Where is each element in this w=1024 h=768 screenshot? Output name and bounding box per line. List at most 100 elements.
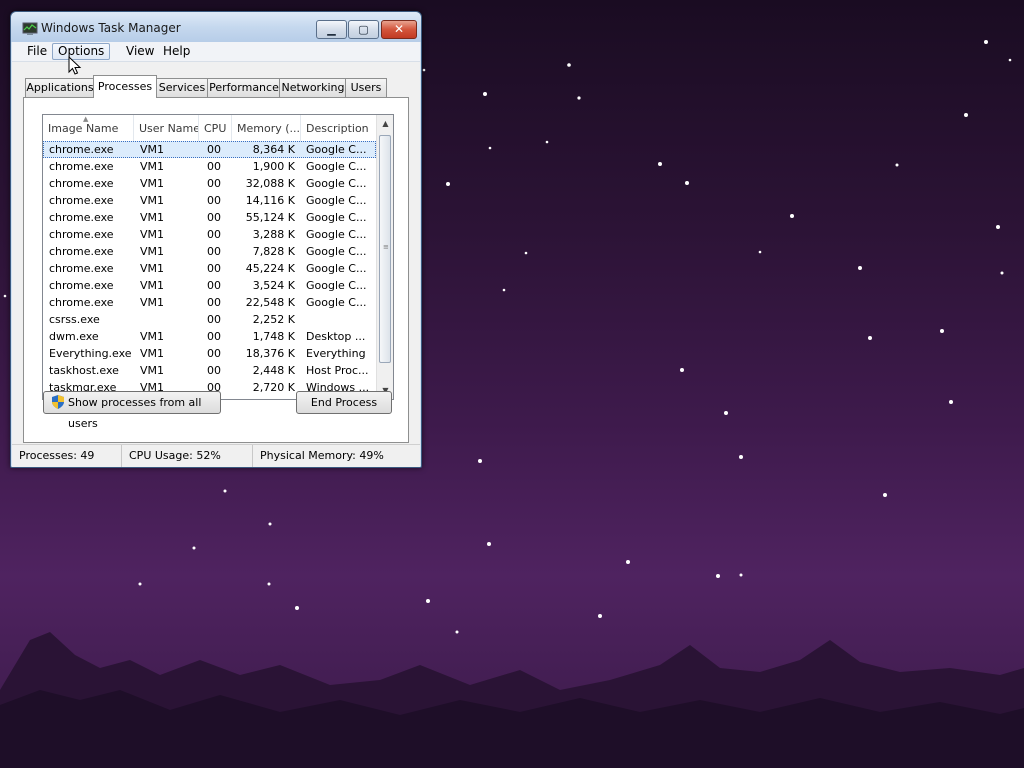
process-user: VM1	[140, 364, 165, 377]
show-all-processes-button[interactable]: Show processes from all users	[43, 391, 221, 430]
uac-shield-icon	[52, 395, 64, 409]
column-memory[interactable]: Memory (...	[232, 115, 301, 141]
close-icon: ✕	[393, 22, 405, 36]
maximize-button[interactable]: ▢	[348, 20, 379, 39]
table-row[interactable]: chrome.exe VM1 00 14,116 K Google C...	[43, 192, 376, 209]
process-description: Google C...	[306, 228, 367, 241]
tab-processes[interactable]: Processes	[93, 75, 157, 98]
minimize-icon: ▁	[327, 23, 336, 36]
menu-help[interactable]: Help	[158, 44, 195, 59]
process-user: VM1	[140, 143, 165, 156]
table-row[interactable]: chrome.exe VM1 00 3,524 K Google C...	[43, 277, 376, 294]
end-process-button[interactable]: End Process	[296, 391, 392, 414]
menu-view[interactable]: View	[121, 44, 159, 59]
process-memory: 3,524 K	[252, 279, 295, 292]
process-memory: 7,828 K	[252, 245, 295, 258]
process-memory: 2,448 K	[252, 364, 295, 377]
table-row[interactable]: chrome.exe VM1 00 22,548 K Google C...	[43, 294, 376, 311]
process-memory: 3,288 K	[252, 228, 295, 241]
task-manager-window[interactable]: Windows Task Manager ▁ ▢ ✕ File Options …	[10, 11, 422, 468]
column-user-name[interactable]: User Name	[134, 115, 199, 141]
process-user: VM1	[140, 194, 165, 207]
maximize-icon: ▢	[358, 23, 369, 36]
scroll-up-arrow-icon[interactable]: ▲	[377, 115, 393, 132]
status-bar: Processes: 49 CPU Usage: 52% Physical Me…	[12, 444, 420, 467]
process-user: VM1	[140, 160, 165, 173]
vertical-scrollbar[interactable]: ▲ ≡ ▼	[376, 115, 393, 399]
window-title: Windows Task Manager	[41, 21, 181, 35]
table-row[interactable]: csrss.exe 00 2,252 K	[43, 311, 376, 328]
process-memory: 1,900 K	[252, 160, 295, 173]
tab-applications[interactable]: Applications	[25, 78, 95, 97]
process-user: VM1	[140, 296, 165, 309]
process-user: VM1	[140, 347, 165, 360]
tab-users[interactable]: Users	[345, 78, 387, 97]
process-name: taskhost.exe	[49, 364, 119, 377]
process-user: VM1	[140, 262, 165, 275]
table-row[interactable]: dwm.exe VM1 00 1,748 K Desktop ...	[43, 328, 376, 345]
process-user: VM1	[140, 211, 165, 224]
process-name: chrome.exe	[49, 228, 114, 241]
window-body: Applications Processes Services Performa…	[12, 62, 420, 444]
menu-file[interactable]: File	[22, 44, 52, 59]
sort-ascending-icon: ▲	[83, 115, 89, 123]
status-cpu-usage: CPU Usage: 52%	[122, 445, 253, 467]
tab-networking[interactable]: Networking	[279, 78, 347, 97]
process-description: Google C...	[306, 211, 367, 224]
process-cpu: 00	[207, 211, 221, 224]
table-row[interactable]: chrome.exe VM1 00 7,828 K Google C...	[43, 243, 376, 260]
process-list[interactable]: ▲ Image Name User Name CPU Memory (... D…	[42, 114, 394, 400]
minimize-button[interactable]: ▁	[316, 20, 347, 39]
process-cpu: 00	[207, 177, 221, 190]
table-row[interactable]: chrome.exe VM1 00 45,224 K Google C...	[43, 260, 376, 277]
table-row[interactable]: chrome.exe VM1 00 32,088 K Google C...	[43, 175, 376, 192]
process-cpu: 00	[207, 143, 221, 156]
process-memory: 8,364 K	[252, 143, 295, 156]
process-name: chrome.exe	[49, 262, 114, 275]
process-cpu: 00	[207, 160, 221, 173]
process-name: csrss.exe	[49, 313, 100, 326]
process-name: chrome.exe	[49, 143, 114, 156]
process-memory: 1,748 K	[252, 330, 295, 343]
column-cpu[interactable]: CPU	[199, 115, 232, 141]
process-name: Everything.exe	[49, 347, 132, 360]
process-cpu: 00	[207, 296, 221, 309]
task-manager-icon	[22, 22, 38, 35]
column-description[interactable]: Description	[301, 115, 376, 141]
process-name: chrome.exe	[49, 194, 114, 207]
tab-performance[interactable]: Performance	[207, 78, 281, 97]
process-description: Google C...	[306, 177, 367, 190]
process-name: chrome.exe	[49, 279, 114, 292]
process-name: chrome.exe	[49, 160, 114, 173]
tab-services[interactable]: Services	[155, 78, 209, 97]
process-name: dwm.exe	[49, 330, 99, 343]
table-row[interactable]: chrome.exe VM1 00 55,124 K Google C...	[43, 209, 376, 226]
process-cpu: 00	[207, 262, 221, 275]
table-row[interactable]: chrome.exe VM1 00 3,288 K Google C...	[43, 226, 376, 243]
table-row[interactable]: chrome.exe VM1 00 8,364 K Google C...	[43, 141, 376, 158]
process-cpu: 00	[207, 313, 221, 326]
process-description: Google C...	[306, 262, 367, 275]
column-image-name[interactable]: ▲ Image Name	[43, 115, 134, 141]
process-memory: 32,088 K	[245, 177, 295, 190]
process-memory: 18,376 K	[245, 347, 295, 360]
process-description: Host Proc...	[306, 364, 369, 377]
grip-icon: ≡	[383, 243, 389, 251]
processes-panel: ▲ Image Name User Name CPU Memory (... D…	[23, 97, 409, 443]
process-user: VM1	[140, 177, 165, 190]
close-button[interactable]: ✕	[381, 20, 417, 39]
scroll-thumb[interactable]: ≡	[379, 135, 391, 363]
status-physical-memory: Physical Memory: 49%	[260, 449, 384, 462]
process-name: chrome.exe	[49, 296, 114, 309]
process-rows: chrome.exe VM1 00 8,364 K Google C... chrome.…	[43, 141, 376, 396]
title-bar[interactable]: Windows Task Manager ▁ ▢ ✕	[11, 12, 421, 42]
process-user: VM1	[140, 228, 165, 241]
table-row[interactable]: Everything.exe VM1 00 18,376 K Everything	[43, 345, 376, 362]
table-row[interactable]: chrome.exe VM1 00 1,900 K Google C...	[43, 158, 376, 175]
process-description: Desktop ...	[306, 330, 366, 343]
process-cpu: 00	[207, 364, 221, 377]
table-row[interactable]: taskhost.exe VM1 00 2,448 K Host Proc...	[43, 362, 376, 379]
process-name: chrome.exe	[49, 177, 114, 190]
process-description: Google C...	[306, 160, 367, 173]
process-cpu: 00	[207, 330, 221, 343]
